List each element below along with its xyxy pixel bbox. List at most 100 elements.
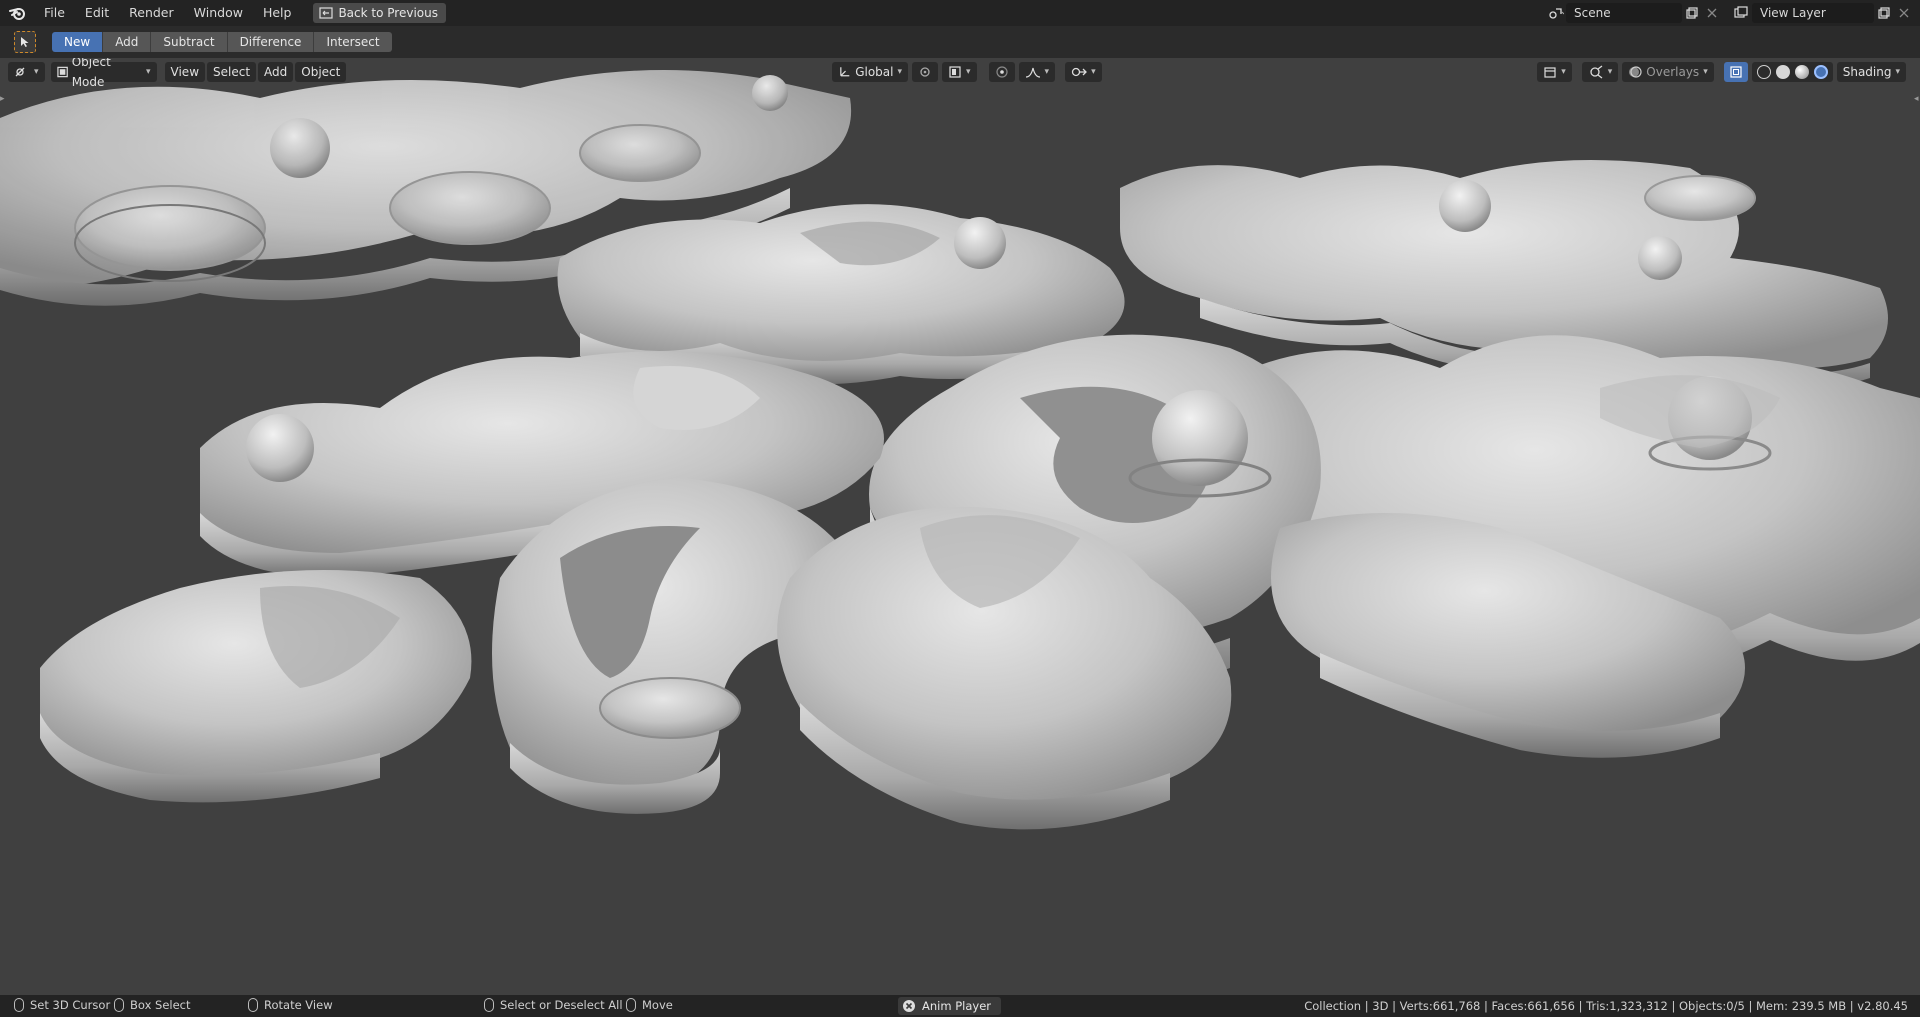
transform-axes-icon bbox=[840, 67, 850, 77]
sidebar-region-toggle-icon[interactable]: ◂ bbox=[1914, 94, 1920, 104]
scene-name-field[interactable]: Scene bbox=[1566, 3, 1682, 23]
material-preview-shading-icon[interactable] bbox=[1794, 65, 1809, 79]
back-to-previous-label: Back to Previous bbox=[338, 6, 438, 20]
blender-logo-icon[interactable] bbox=[0, 0, 34, 26]
chevron-down-icon: ▾ bbox=[1561, 67, 1566, 77]
mouse-drag-icon bbox=[626, 998, 636, 1012]
hint-set-3d-cursor: Set 3D Cursor bbox=[14, 998, 110, 1012]
overlays-dropdown[interactable]: Overlays ▾ bbox=[1622, 62, 1714, 82]
shading-mode-selector bbox=[1751, 62, 1833, 82]
object-mode-dropdown[interactable]: Object Mode ▾ bbox=[50, 58, 157, 89]
xray-icon bbox=[1730, 66, 1742, 78]
menu-view[interactable]: View bbox=[164, 62, 206, 82]
top-menu-bar: File Edit Render Window Help Back to Pre… bbox=[0, 0, 1920, 26]
back-icon bbox=[319, 7, 334, 19]
scene-statistics: Collection | 3D | Verts:661,768 | Faces:… bbox=[1304, 999, 1908, 1013]
chevron-down-icon: ▾ bbox=[966, 67, 971, 77]
new-scene-icon[interactable] bbox=[1682, 3, 1702, 23]
proportional-editing-toggle[interactable] bbox=[988, 62, 1015, 82]
wireframe-shading-icon[interactable] bbox=[1756, 65, 1771, 79]
op-add-button[interactable]: Add bbox=[103, 32, 152, 52]
chevron-down-icon: ▾ bbox=[1895, 67, 1900, 77]
viewport-gizmo-icon bbox=[1590, 65, 1603, 79]
chevron-down-icon: ▾ bbox=[1044, 67, 1050, 77]
tool-settings-bar: New Add Subtract Difference Intersect bbox=[0, 26, 1920, 58]
transform-orientation-label: Global bbox=[855, 65, 894, 79]
transform-orientation-dropdown[interactable]: Global ▾ bbox=[832, 62, 908, 82]
anim-player-button[interactable]: Anim Player bbox=[898, 997, 1001, 1015]
anim-player-label: Anim Player bbox=[922, 999, 991, 1013]
chevron-down-icon: ▾ bbox=[1091, 67, 1096, 77]
delete-scene-icon[interactable] bbox=[1702, 3, 1722, 23]
menu-file[interactable]: File bbox=[34, 0, 75, 26]
editor-type-icon bbox=[15, 67, 25, 77]
shading-label: Shading bbox=[1842, 65, 1892, 79]
chevron-down-icon: ▾ bbox=[1607, 67, 1613, 77]
snap-icon bbox=[949, 66, 961, 78]
hint-label: Select or Deselect All bbox=[500, 998, 623, 1012]
mouse-left-icon bbox=[14, 998, 24, 1012]
hint-label: Move bbox=[642, 998, 673, 1012]
menu-select[interactable]: Select bbox=[207, 62, 257, 82]
hint-rotate-view: Rotate View bbox=[248, 998, 333, 1012]
hint-move: Move bbox=[626, 998, 673, 1012]
hint-label: Rotate View bbox=[264, 998, 333, 1012]
view-layer-name: View Layer bbox=[1760, 6, 1826, 20]
viewport-header: ▾ Object Mode ▾ View Select Add Object G… bbox=[0, 58, 1920, 89]
falloff-curve-icon bbox=[1025, 67, 1040, 78]
pivot-icon bbox=[920, 67, 930, 77]
status-bar: Set 3D Cursor Box Select Rotate View Sel… bbox=[0, 995, 1920, 1017]
menu-add[interactable]: Add bbox=[258, 62, 294, 82]
menu-render[interactable]: Render bbox=[119, 0, 184, 26]
new-view-layer-icon[interactable] bbox=[1874, 3, 1894, 23]
gizmo-visibility-dropdown[interactable]: ▾ bbox=[1581, 62, 1619, 82]
menu-object[interactable]: Object bbox=[295, 62, 347, 82]
3d-viewport[interactable]: ▾ Object Mode ▾ View Select Add Object G… bbox=[0, 58, 1920, 995]
menu-help[interactable]: Help bbox=[253, 0, 302, 26]
back-to-previous-button[interactable]: Back to Previous bbox=[313, 3, 446, 23]
op-new-button[interactable]: New bbox=[52, 32, 104, 52]
overlays-icon bbox=[1629, 66, 1642, 78]
editor-type-selector[interactable]: ▾ bbox=[8, 62, 45, 82]
solid-shading-icon[interactable] bbox=[1775, 65, 1790, 79]
mouse-left-icon bbox=[484, 998, 494, 1012]
chevron-down-icon: ▾ bbox=[34, 67, 39, 77]
boolean-operation-selector: New Add Subtract Difference Intersect bbox=[52, 32, 392, 52]
close-circle-icon bbox=[903, 1000, 915, 1012]
op-intersect-button[interactable]: Intersect bbox=[314, 32, 392, 52]
pivot-point-dropdown[interactable] bbox=[912, 62, 938, 82]
falloff-dropdown[interactable]: ▾ bbox=[1018, 62, 1056, 82]
hint-label: Box Select bbox=[130, 998, 191, 1012]
overlays-label: Overlays bbox=[1646, 65, 1700, 79]
op-subtract-button[interactable]: Subtract bbox=[151, 32, 228, 52]
object-mode-icon bbox=[56, 66, 68, 78]
chevron-down-icon: ▾ bbox=[1703, 67, 1708, 77]
object-type-visibility-icon bbox=[1544, 67, 1556, 78]
shading-dropdown[interactable]: Shading ▾ bbox=[1836, 62, 1906, 82]
op-difference-button[interactable]: Difference bbox=[227, 32, 315, 52]
visibility-dropdown[interactable]: ▾ bbox=[1537, 62, 1572, 82]
mouse-middle-icon bbox=[248, 998, 258, 1012]
view-layer-selector-icon[interactable] bbox=[1732, 3, 1752, 23]
delete-view-layer-icon[interactable] bbox=[1894, 3, 1914, 23]
xray-toggle[interactable] bbox=[1723, 62, 1748, 82]
chevron-down-icon: ▾ bbox=[897, 67, 902, 77]
menu-edit[interactable]: Edit bbox=[75, 0, 119, 26]
gizmo-icon bbox=[1071, 67, 1087, 77]
hint-box-select: Box Select bbox=[114, 998, 191, 1012]
view-layer-name-field[interactable]: View Layer bbox=[1752, 3, 1874, 23]
snap-dropdown[interactable]: ▾ bbox=[942, 62, 977, 82]
object-mode-label: Object Mode bbox=[71, 58, 111, 89]
scene-name: Scene bbox=[1574, 6, 1611, 20]
mouse-drag-icon bbox=[114, 998, 124, 1012]
chevron-down-icon: ▾ bbox=[146, 67, 151, 77]
select-tool-icon[interactable] bbox=[14, 31, 36, 53]
proportional-edit-icon bbox=[995, 66, 1008, 78]
hint-label: Set 3D Cursor bbox=[30, 998, 111, 1012]
scene-selector-icon[interactable] bbox=[1546, 3, 1566, 23]
hint-select-deselect-all: Select or Deselect All bbox=[484, 998, 623, 1012]
rendered-shading-icon[interactable] bbox=[1813, 65, 1828, 79]
toolbar-region-toggle-icon[interactable]: ▸ bbox=[0, 94, 6, 104]
menu-window[interactable]: Window bbox=[184, 0, 253, 26]
gizmo-dropdown[interactable]: ▾ bbox=[1065, 62, 1102, 82]
